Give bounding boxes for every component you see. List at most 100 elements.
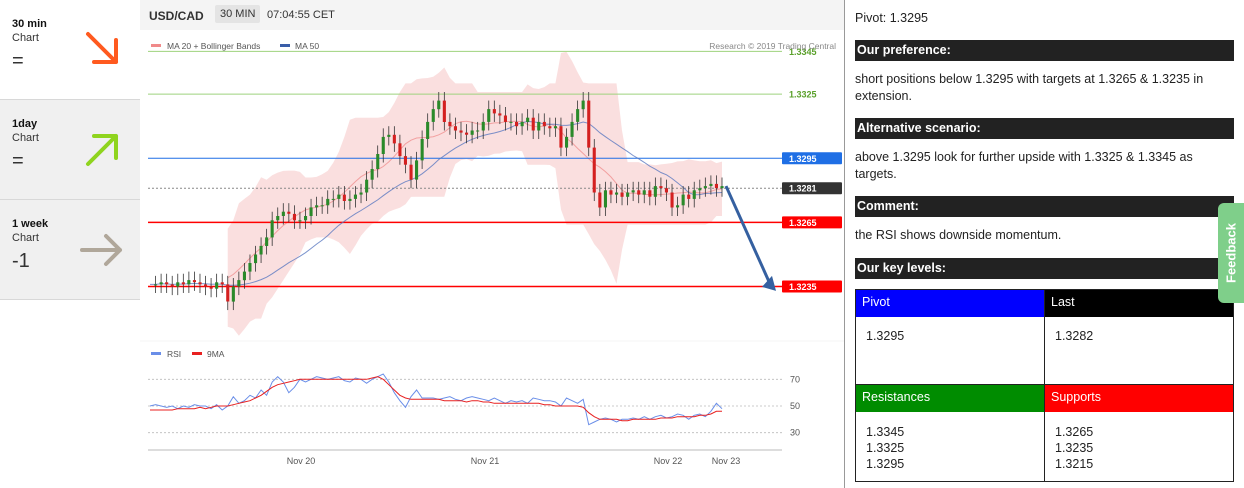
candle-body (437, 100, 441, 110)
resistances-header: Resistances (856, 385, 1045, 412)
candle-body (387, 134, 391, 137)
candle-body (420, 139, 424, 161)
candle-body (381, 136, 385, 154)
chart-header: USD/CAD 30 MIN 07:04:55 CET (140, 0, 844, 30)
candle-body (603, 190, 607, 208)
timeframe-row-30min[interactable]: 30 min Chart = (0, 0, 140, 100)
candle-body (337, 194, 341, 199)
timeframe-score: = (12, 150, 24, 172)
candle-body (503, 115, 507, 122)
candle-body (592, 147, 596, 193)
feedback-label: Feedback (1223, 223, 1239, 283)
preference-text: short positions below 1.3295 with target… (855, 72, 1204, 103)
candle-body (703, 186, 707, 189)
candle-body (515, 121, 519, 127)
candle-body (720, 186, 724, 189)
alternative-heading: Alternative scenario: (855, 118, 1234, 139)
x-tick-label: Nov 21 (471, 456, 500, 466)
candle-body (281, 211, 285, 216)
candle-body (453, 126, 457, 131)
candle-body (470, 130, 474, 135)
candle-body (492, 109, 496, 114)
candle-body (398, 143, 402, 157)
candle-body (353, 194, 357, 199)
candle-body (626, 192, 630, 197)
timeframe-row-1week[interactable]: 1 week Chart -1 (0, 200, 140, 300)
resistance-value: 1.3295 (866, 457, 905, 471)
candle-body (481, 121, 485, 131)
panel-divider (844, 0, 845, 488)
candle-body (565, 136, 569, 148)
supports-header: Supports (1045, 385, 1233, 412)
pivot-value: 1.3295 (866, 329, 905, 343)
candle-body (526, 117, 530, 122)
candle-body (487, 109, 491, 122)
timeframe-period: 1day (12, 118, 38, 130)
candle-body (231, 286, 235, 302)
pivot-line: Pivot: 1.3295 (855, 11, 928, 25)
timeframe-chart-label: Chart (12, 232, 39, 244)
resistance-value: 1.3325 (866, 441, 905, 455)
candle-body (320, 205, 324, 207)
legend-bb: MA 20 + Bollinger Bands (167, 41, 260, 51)
candle-body (176, 282, 180, 287)
level-label: 1.3295 (789, 154, 817, 164)
candle-body (620, 192, 624, 197)
timeframe-row-1day[interactable]: 1day Chart = (0, 100, 140, 200)
timeframe-chart-label: Chart (12, 32, 39, 44)
chart-panel: USD/CAD 30 MIN 07:04:55 CET 1.3345 1.3325… (140, 0, 844, 474)
candle-body (248, 263, 252, 272)
candle-body (426, 121, 430, 139)
candle-body (298, 220, 302, 222)
resistances-values: 1.3345 1.3325 1.3295 (856, 418, 1045, 478)
x-tick-label: Nov 20 (287, 456, 316, 466)
feedback-tab[interactable]: Feedback (1218, 203, 1244, 303)
candle-body (653, 186, 657, 197)
candle-body (198, 282, 202, 285)
legend-swatch-rsi (151, 352, 161, 355)
candle-body (304, 216, 308, 221)
candle-body (598, 192, 602, 208)
candle-body (615, 192, 619, 195)
price-chart: 1.33451.33251.32951.32811.32651.3235 705… (140, 30, 844, 474)
up-right-arrow-icon (86, 134, 118, 166)
candle-body (259, 245, 263, 255)
chart-symbol: USD/CAD (149, 9, 204, 23)
candle-body (254, 254, 258, 264)
timeframe-panel: 30 min Chart = 1day Chart = 1 week Chart… (0, 0, 140, 300)
candle-body (431, 109, 435, 122)
candle-body (331, 198, 335, 200)
last-header: Last (1045, 290, 1233, 317)
candle-body (315, 205, 319, 208)
candle-body (365, 179, 369, 193)
candle-body (326, 198, 330, 206)
candle-body (192, 280, 196, 283)
candle-body (270, 220, 274, 238)
candle-body (531, 117, 535, 131)
candle-body (392, 134, 396, 144)
level-label: 1.3281 (789, 184, 817, 194)
x-tick-label: Nov 23 (712, 456, 741, 466)
key-levels-table: Pivot Last 1.3295 1.3282 Resistances Sup… (855, 289, 1234, 482)
timeframe-score: = (12, 50, 24, 72)
preference-heading: Our preference: (855, 40, 1234, 61)
legend-swatch-ma50 (280, 44, 290, 47)
candle-body (648, 190, 652, 197)
level-label: 1.3265 (789, 218, 817, 228)
candle-body (376, 154, 380, 169)
candle-body (309, 207, 313, 216)
candle-body (498, 113, 502, 116)
chart-interval-badge[interactable]: 30 MIN (215, 5, 261, 23)
candle-body (442, 100, 446, 122)
comment-heading: Comment: (855, 196, 1234, 217)
support-value: 1.3235 (1055, 441, 1094, 455)
candle-body (714, 183, 718, 189)
candle-body (520, 121, 524, 127)
legend-ma50: MA 50 (295, 41, 319, 51)
level-label: 1.3325 (789, 90, 817, 100)
timeframe-period: 1 week (12, 218, 49, 230)
candle-body (698, 188, 702, 191)
legend-rsi: RSI (167, 349, 181, 359)
support-value: 1.3265 (1055, 425, 1094, 439)
rsi-tick-label: 50 (790, 401, 800, 411)
